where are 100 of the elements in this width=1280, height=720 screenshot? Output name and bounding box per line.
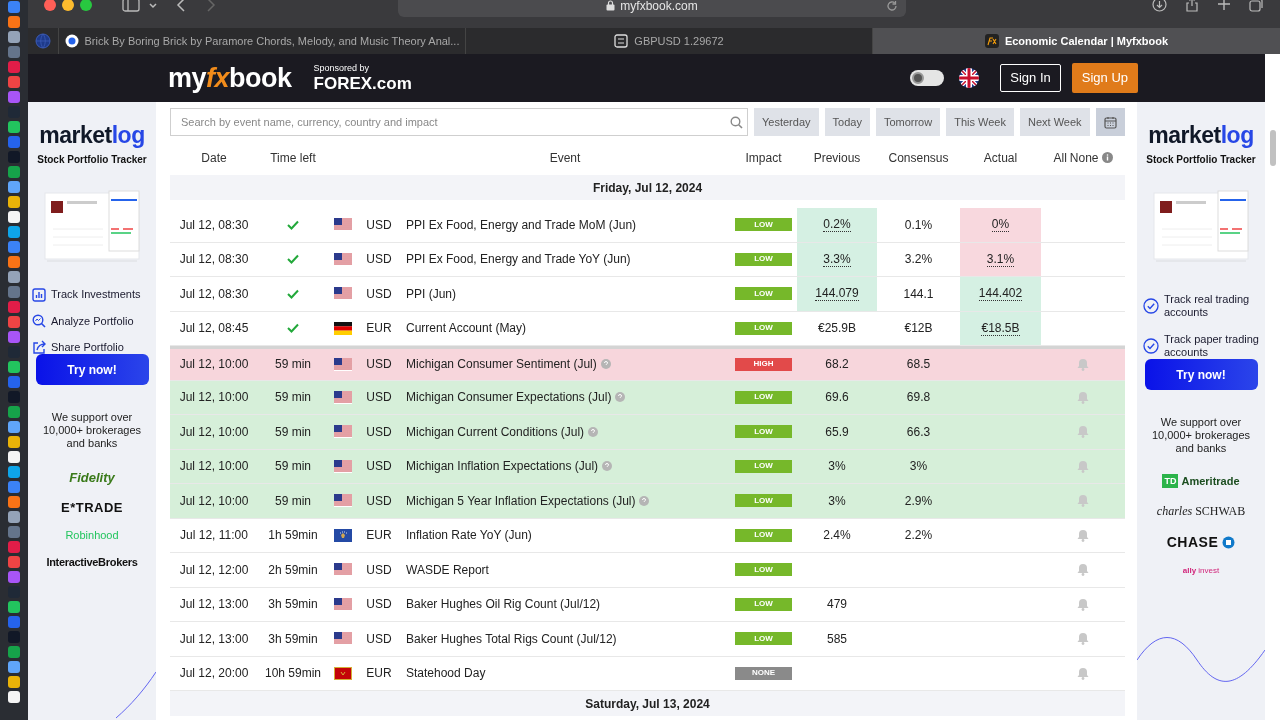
uk-flag-icon[interactable]: [959, 68, 980, 88]
period-button[interactable]: Yesterday: [754, 108, 819, 136]
app-icon[interactable]: [8, 691, 20, 703]
app-icon[interactable]: [8, 196, 20, 208]
app-icon[interactable]: [8, 646, 20, 658]
event-name[interactable]: WASDE Report: [406, 560, 489, 579]
app-icon[interactable]: [8, 16, 20, 28]
app-icon[interactable]: [8, 166, 20, 178]
app-icon[interactable]: [8, 511, 20, 523]
chase-logo[interactable]: CHASE: [1166, 531, 1219, 553]
sidebar-icon[interactable]: [122, 0, 140, 12]
select-link[interactable]: None: [1069, 148, 1099, 167]
table-cell[interactable]: 144.402: [960, 277, 1041, 311]
app-icon[interactable]: [8, 31, 20, 43]
select-link[interactable]: All: [1053, 148, 1067, 167]
ally-logo[interactable]: ally invest: [1182, 564, 1220, 577]
event-name[interactable]: Michigan 5 Year Inflation Expectations (Jul): [406, 491, 636, 510]
event-name[interactable]: PPI Ex Food, Energy and Trade MoM (Jun): [406, 215, 637, 234]
period-button[interactable]: Tomorrow: [875, 108, 941, 136]
forward-icon[interactable]: [206, 0, 216, 12]
reload-icon[interactable]: [886, 0, 898, 12]
app-icon[interactable]: [8, 361, 20, 373]
search-field[interactable]: Search by event name, currency, country and impact: [170, 108, 748, 136]
event-name[interactable]: Statehood Day: [406, 664, 486, 683]
try-now-button[interactable]: Try now!: [35, 354, 149, 385]
browser-tab[interactable]: Economic Calendar | Myfxbook: [872, 28, 1280, 54]
table-row[interactable]: Jul 12, 10:00 59 min USD Michigan 5 Year Inflation Expectations (Jul) LOW 3% 2.9%: [170, 484, 1125, 519]
app-icon[interactable]: [8, 436, 20, 448]
fidelity-logo[interactable]: Fidelity: [69, 468, 115, 488]
table-row[interactable]: Jul 12, 10:00 59 min USD Michigan Consumer Expectations (Jul) LOW 69.6 69.8: [170, 380, 1125, 415]
table-cell[interactable]: €18.5B: [960, 311, 1041, 345]
etrade-logo[interactable]: E*TRADE: [61, 497, 123, 517]
info-icon[interactable]: [615, 392, 626, 403]
app-icon[interactable]: [8, 256, 20, 268]
info-icon[interactable]: [602, 461, 613, 472]
interactive-brokers-logo[interactable]: InteractiveBrokers: [46, 553, 138, 570]
info-icon[interactable]: [588, 426, 599, 437]
period-button[interactable]: Next Week: [1019, 108, 1090, 136]
theme-toggle[interactable]: [910, 70, 945, 86]
marketlog-logo[interactable]: marketlog: [39, 124, 145, 147]
search-icon[interactable]: [730, 116, 743, 129]
table-cell[interactable]: 0.2%: [797, 208, 877, 242]
app-icon[interactable]: [8, 676, 20, 688]
app-icon[interactable]: [8, 421, 20, 433]
event-name[interactable]: PPI Ex Food, Energy and Trade YoY (Jun): [406, 250, 631, 269]
app-icon[interactable]: [8, 211, 20, 223]
table-cell[interactable]: 0%: [960, 208, 1041, 242]
app-icon[interactable]: [8, 466, 20, 478]
plus-icon[interactable]: [1217, 0, 1231, 11]
forex-logo[interactable]: FOREX.com: [313, 75, 412, 92]
app-icon[interactable]: [8, 451, 20, 463]
back-icon[interactable]: [176, 0, 186, 12]
app-icon[interactable]: [8, 271, 20, 283]
download-icon[interactable]: [1152, 0, 1167, 12]
event-name[interactable]: Inflation Rate YoY (Jun): [406, 526, 532, 545]
event-name[interactable]: Baker Hughes Total Rigs Count (Jul/12): [406, 629, 617, 648]
table-cell[interactable]: 3.1%: [960, 242, 1041, 276]
table-row[interactable]: Jul 12, 10:00 59 min USD Michigan Inflation Expectations (Jul) LOW 3% 3%: [170, 449, 1125, 484]
period-button[interactable]: Today: [824, 108, 870, 136]
schwab-logo[interactable]: charles SCHWAB: [1156, 501, 1246, 520]
event-name[interactable]: Michigan Inflation Expectations (Jul): [406, 457, 599, 476]
window-control-icon[interactable]: [44, 0, 56, 11]
app-icon[interactable]: [8, 496, 20, 508]
table-cell[interactable]: 3.3%: [797, 242, 877, 276]
chevron-down-icon[interactable]: [148, 2, 158, 10]
myfxbook-logo[interactable]: myfxbook: [168, 57, 292, 99]
table-row[interactable]: Jul 12, 08:30 USD PPI (Jun) LOW 144.079 144.1 144.402: [170, 277, 1125, 312]
info-icon[interactable]: [639, 495, 650, 506]
table-row[interactable]: Jul 12, 08:30 USD PPI Ex Food, Energy and Trade YoY (Jun) LOW 3.3% 3.2% 3.1%: [170, 242, 1125, 277]
try-now-button[interactable]: Try now!: [1144, 359, 1258, 390]
table-row[interactable]: Jul 12, 08:30 USD PPI Ex Food, Energy and Trade MoM (Jun) LOW 0.2% 0.1% 0%: [170, 208, 1125, 243]
app-icon[interactable]: [8, 661, 20, 673]
marketlog-logo[interactable]: marketlog: [1148, 124, 1254, 147]
table-row[interactable]: Jul 12, 10:00 59 min USD Michigan Consumer Sentiment (Jul) HIGH 68.2 68.5: [170, 346, 1125, 381]
app-icon[interactable]: [8, 181, 20, 193]
event-name[interactable]: Michigan Current Conditions (Jul): [406, 422, 585, 441]
app-icon[interactable]: [8, 406, 20, 418]
share-icon[interactable]: [1185, 0, 1199, 12]
app-icon[interactable]: [8, 226, 20, 238]
sign-in-button[interactable]: Sign In: [1000, 64, 1061, 92]
window-control-icon[interactable]: [80, 0, 92, 11]
app-icon[interactable]: [8, 601, 20, 613]
table-row[interactable]: Jul 12, 10:00 59 min USD Michigan Current Conditions (Jul) LOW 65.9 66.3: [170, 415, 1125, 450]
table-row[interactable]: Jul 12, 08:45 EUR Current Account (May) LOW €25.9B €12B €18.5B: [170, 311, 1125, 346]
info-icon[interactable]: [1101, 152, 1113, 163]
ameritrade-logo[interactable]: Ameritrade: [1181, 473, 1240, 490]
tabs-overview-icon[interactable]: [1249, 0, 1264, 12]
app-icon[interactable]: [8, 121, 20, 133]
event-name[interactable]: Michigan Consumer Expectations (Jul): [406, 388, 612, 407]
address-bar[interactable]: myfxbook.com: [398, 0, 906, 17]
event-name[interactable]: PPI (Jun): [406, 284, 456, 303]
period-button[interactable]: This Week: [946, 108, 1014, 136]
table-cell[interactable]: 144.079: [797, 277, 877, 311]
event-name[interactable]: Baker Hughes Oil Rig Count (Jul/12): [406, 595, 601, 614]
info-icon[interactable]: [600, 359, 611, 370]
event-name[interactable]: Current Account (May): [406, 319, 527, 338]
calendar-button[interactable]: [1095, 108, 1125, 136]
scrollbar-thumb[interactable]: [1270, 130, 1276, 166]
window-control-icon[interactable]: [62, 0, 74, 11]
event-name[interactable]: Michigan Consumer Sentiment (Jul): [406, 355, 597, 374]
